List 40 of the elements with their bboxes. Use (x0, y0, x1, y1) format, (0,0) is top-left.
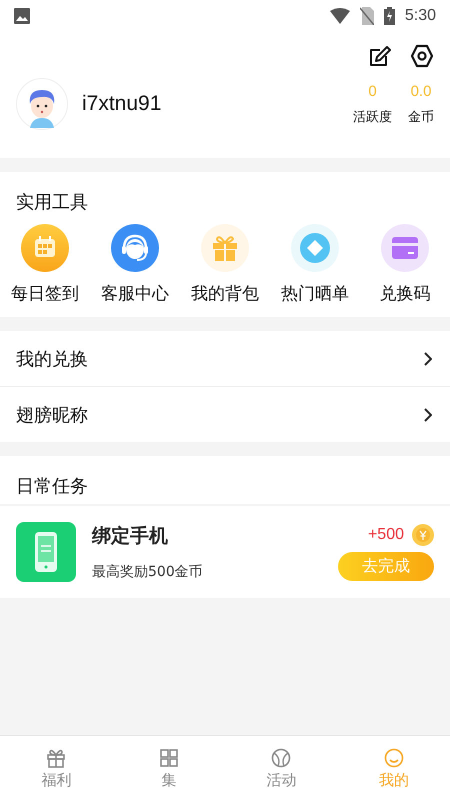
edit-icon[interactable] (368, 44, 392, 68)
smile-icon (382, 746, 405, 768)
gift-icon (45, 746, 68, 768)
coin-icon (412, 524, 434, 546)
section-title: 实用工具 (15, 191, 89, 214)
gift-icon (201, 224, 249, 272)
stat-value: 0.0 (410, 82, 432, 100)
tool-item[interactable]: 热门晒单 (270, 224, 360, 305)
username: i7xtnu91 (82, 92, 162, 116)
battery-icon (384, 7, 395, 25)
stat-value: 0 (368, 82, 377, 100)
tool-item[interactable]: 客服中心 (90, 224, 180, 305)
tab[interactable]: 集 (112, 736, 225, 800)
image-icon (14, 8, 30, 24)
status-time: 5:30 (404, 7, 436, 25)
grid-icon (158, 746, 180, 768)
reward-amount: +500 (368, 526, 404, 544)
stat-label: 活跃度 (353, 108, 392, 126)
menu-item[interactable]: 我的兑换 (0, 331, 450, 387)
headset-icon (111, 224, 159, 272)
menu-item[interactable]: 翅膀昵称 (0, 387, 450, 442)
wifi-icon (330, 8, 350, 24)
no-sim-icon (360, 7, 374, 25)
stat-label: 金币 (408, 108, 434, 126)
task-description: 最高奖励500金币 (92, 563, 204, 581)
tab[interactable]: 活动 (225, 736, 338, 800)
ball-icon (270, 746, 292, 768)
tool-item[interactable]: 兑换码 (360, 224, 450, 305)
section-title: 日常任务 (0, 456, 450, 504)
calendar-icon (21, 224, 69, 272)
avatar-drawing (16, 78, 68, 130)
chevron-right-icon (424, 408, 432, 422)
tool-item[interactable]: 我的背包 (180, 224, 270, 305)
phone-icon (16, 522, 76, 582)
task-title: 绑定手机 (92, 524, 169, 549)
settings-icon[interactable] (410, 44, 434, 68)
tab[interactable]: 福利 (0, 736, 112, 800)
chevron-right-icon (424, 352, 432, 366)
tool-item[interactable]: 每日签到 (0, 224, 90, 305)
card-icon (381, 224, 429, 272)
